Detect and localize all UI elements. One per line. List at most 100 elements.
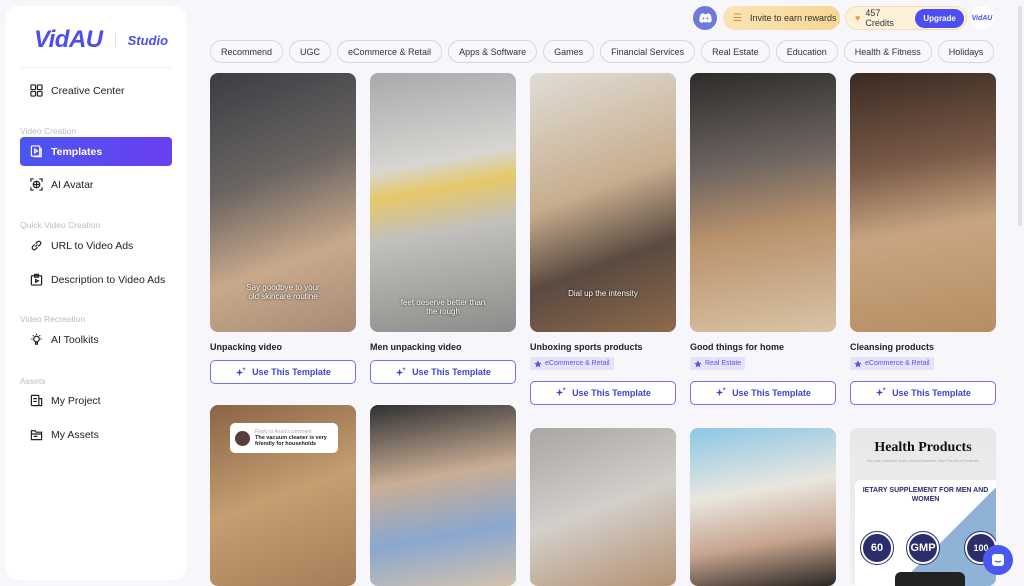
sidebar-item-templates[interactable]: Templates bbox=[20, 137, 172, 166]
video-caption: Say goodbye to your old skincare routine bbox=[246, 283, 320, 301]
tag-label: Real Estate bbox=[705, 360, 742, 367]
sparkle-icon bbox=[395, 366, 407, 376]
product-badge: GMP bbox=[906, 531, 940, 565]
video-caption: feet deserve better than the rough bbox=[400, 298, 486, 316]
category-chip[interactable]: Real Estate bbox=[701, 40, 770, 63]
star-icon bbox=[854, 359, 862, 367]
template-thumbnail[interactable] bbox=[690, 428, 836, 586]
category-chip[interactable]: Financial Services bbox=[600, 40, 696, 63]
sidebar-item-label: My Assets bbox=[51, 428, 99, 441]
avatar-scan-icon bbox=[30, 178, 43, 191]
category-chip[interactable]: eCommerce & Retail bbox=[337, 40, 443, 63]
chat-support-button[interactable] bbox=[983, 545, 1013, 575]
product-bottles bbox=[895, 572, 965, 586]
credits-count: 457 Credits bbox=[865, 8, 894, 28]
category-chip[interactable]: Apps & Software bbox=[448, 40, 538, 63]
template-card[interactable] bbox=[690, 428, 836, 586]
sparkle-icon bbox=[555, 387, 567, 397]
category-tag: Real Estate bbox=[690, 357, 746, 370]
use-template-button[interactable]: Use This Template bbox=[850, 380, 996, 405]
category-filter: Recommend UGC eCommerce & Retail Apps & Sof… bbox=[210, 40, 995, 63]
template-icon bbox=[30, 145, 42, 158]
template-thumbnail[interactable]: Say goodbye to your old skincare routine bbox=[210, 73, 356, 332]
template-card[interactable]: Dial up the intensity Unboxing sports pr… bbox=[530, 73, 676, 405]
scrollbar[interactable] bbox=[1018, 6, 1022, 226]
template-thumbnail[interactable] bbox=[850, 73, 996, 332]
use-template-button[interactable]: Use This Template bbox=[210, 360, 356, 384]
sidebar-item-my-assets[interactable]: My Assets bbox=[20, 420, 172, 449]
category-chip[interactable]: Health & Fitness bbox=[843, 40, 932, 63]
sparkle-icon bbox=[875, 387, 887, 397]
section-label: Assets bbox=[20, 376, 46, 386]
template-thumbnail[interactable] bbox=[530, 428, 676, 586]
template-thumbnail[interactable] bbox=[690, 73, 836, 332]
avatar[interactable]: VidAU bbox=[970, 6, 994, 30]
template-title: Good things for home bbox=[690, 342, 784, 352]
commenter-avatar bbox=[235, 430, 250, 446]
template-card[interactable]: Good things for home Real Estate Use Thi… bbox=[690, 73, 836, 405]
star-icon bbox=[694, 359, 702, 367]
invite-rewards-button[interactable]: ☰ Invite to earn rewards bbox=[723, 6, 840, 30]
comment-text: The vacuum cleaner is very friendly for … bbox=[255, 435, 327, 447]
use-template-button[interactable]: Use This Template bbox=[370, 360, 516, 384]
category-tag: eCommerce & Retail bbox=[850, 357, 934, 370]
section-label: Quick Video Creation bbox=[20, 220, 101, 230]
template-thumbnail[interactable]: feet deserve better than the rough bbox=[370, 73, 516, 332]
button-label: Use This Template bbox=[412, 367, 491, 377]
invite-label: Invite to earn rewards bbox=[749, 13, 837, 23]
template-thumbnail[interactable]: Reply to Anna's comment The vacuum cleane… bbox=[210, 405, 356, 586]
product-badge: 60 bbox=[860, 531, 894, 565]
poster-heading: Health Products bbox=[874, 440, 972, 455]
comment-bubble: Reply to Anna's comment The vacuum cleane… bbox=[230, 423, 338, 453]
sidebar-item-creative-center[interactable]: Creative Center bbox=[20, 76, 172, 105]
template-card[interactable]: Reply to Anna's comment The vacuum cleane… bbox=[210, 405, 356, 586]
sidebar-item-my-project[interactable]: My Project bbox=[20, 386, 172, 415]
template-card[interactable] bbox=[370, 405, 516, 586]
category-chip[interactable]: Holidays bbox=[937, 40, 995, 63]
section-label: Video Creation bbox=[20, 126, 77, 136]
template-title: Cleansing products bbox=[850, 342, 935, 352]
template-card[interactable]: feet deserve better than the rough Men u… bbox=[370, 73, 516, 384]
tag-label: eCommerce & Retail bbox=[865, 360, 930, 367]
folder-icon bbox=[30, 430, 43, 441]
product-banner: IETARY SUPPLEMENT FOR MEN AND WOMEN 60 GMP… bbox=[855, 480, 996, 586]
template-thumbnail[interactable] bbox=[370, 405, 516, 586]
button-label: Use This Template bbox=[892, 387, 971, 398]
sidebar-item-url-to-video-ads[interactable]: URL to Video Ads bbox=[20, 231, 172, 260]
category-chip[interactable]: Games bbox=[543, 40, 595, 63]
section-label: Video Recreation bbox=[20, 314, 86, 324]
upgrade-button[interactable]: Upgrade bbox=[915, 8, 964, 28]
button-label: Use This Template bbox=[732, 387, 811, 398]
sidebar-item-ai-toolkits[interactable]: AI Toolkits bbox=[20, 325, 172, 354]
discord-button[interactable] bbox=[693, 6, 717, 30]
use-template-button[interactable]: Use This Template bbox=[690, 380, 836, 405]
template-thumbnail[interactable]: Dial up the intensity bbox=[530, 73, 676, 332]
grid-icon bbox=[30, 84, 43, 97]
tag-label: eCommerce & Retail bbox=[545, 360, 610, 367]
template-thumbnail[interactable]: Health Products You can describe your pro… bbox=[850, 428, 996, 586]
sidebar-item-description-to-video-ads[interactable]: Description to Video Ads bbox=[20, 265, 172, 294]
template-title: Men unpacking video bbox=[370, 342, 462, 352]
banner-text: IETARY SUPPLEMENT FOR MEN AND WOMEN bbox=[862, 487, 989, 503]
gift-icon: ☰ bbox=[733, 12, 742, 24]
sidebar-item-label: Templates bbox=[51, 145, 103, 158]
sidebar-item-ai-avatar[interactable]: AI Avatar bbox=[20, 170, 172, 199]
project-icon bbox=[30, 394, 43, 407]
brand-logo: VidAU bbox=[34, 26, 103, 53]
button-label: Use This Template bbox=[572, 387, 651, 398]
logo[interactable]: VidAU Studio bbox=[34, 26, 168, 54]
category-chip[interactable]: Recommend bbox=[210, 40, 284, 63]
template-card[interactable]: Health Products You can describe your pro… bbox=[850, 428, 996, 586]
bulb-icon bbox=[31, 333, 42, 345]
use-template-button[interactable]: Use This Template bbox=[530, 380, 676, 405]
star-icon bbox=[534, 359, 542, 367]
template-title: Unboxing sports products bbox=[530, 342, 643, 352]
category-chip[interactable]: Education bbox=[775, 40, 838, 63]
sidebar-item-label: URL to Video Ads bbox=[51, 239, 134, 252]
category-chip[interactable]: UGC bbox=[289, 40, 332, 63]
template-card[interactable]: Cleansing products eCommerce & Retail Us… bbox=[850, 73, 996, 405]
template-card[interactable] bbox=[530, 428, 676, 586]
sidebar-item-label: Description to Video Ads bbox=[51, 273, 166, 286]
sidebar-item-label: Creative Center bbox=[51, 84, 125, 97]
template-card[interactable]: Say goodbye to your old skincare routine… bbox=[210, 73, 356, 384]
